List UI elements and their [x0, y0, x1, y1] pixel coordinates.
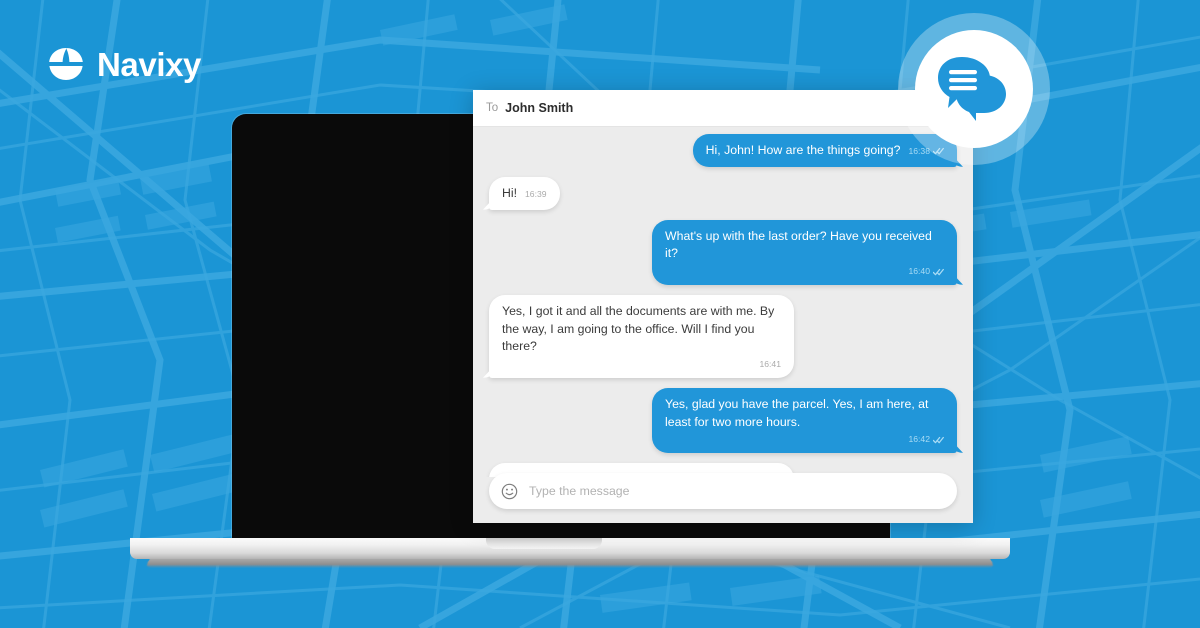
message-meta: 16:42 [665, 433, 944, 445]
laptop-base-shadow [142, 559, 998, 568]
message-text: Hi! [502, 185, 518, 200]
message-timestamp: 16:42 [908, 434, 930, 445]
message-row: Hi, John! How are the things going? 16:38 [489, 134, 957, 167]
message-bubble[interactable]: What's up with the last order? Have you … [652, 219, 957, 285]
message-meta: 16:41 [502, 358, 781, 370]
chat-badge-overlay [898, 13, 1050, 165]
message-text: Yes, I got it and all the documents are … [502, 303, 775, 354]
chat-bubbles-icon [938, 57, 1006, 121]
read-ticks-icon [933, 436, 944, 443]
laptop-notch [486, 538, 602, 549]
message-timestamp: 16:41 [759, 359, 781, 370]
promo-banner: Navixy CHAT MASS TEXTING [0, 0, 1200, 628]
brand-logo: Navixy [46, 44, 201, 84]
message-bubble[interactable]: Hi! 16:39 [489, 176, 560, 210]
read-ticks-icon [933, 268, 944, 275]
navixy-logo-mark-icon [49, 48, 83, 80]
message-bubble[interactable]: Yes, I got it and all the documents are … [489, 294, 794, 378]
brand-name: Navixy [97, 45, 202, 83]
message-row: Hi! 16:39 [489, 176, 957, 210]
message-timestamp: 16:39 [525, 188, 547, 199]
message-meta: 16:40 [665, 265, 944, 277]
message-text: Hi, John! How are the things going? [705, 143, 901, 157]
message-text: What's up with the last order? Have you … [665, 228, 932, 261]
message-input[interactable] [529, 484, 957, 498]
message-text: Yes, glad you have the parcel. Yes, I am… [665, 396, 929, 429]
message-thread: Hi, John! How are the things going? 16:38… [473, 127, 973, 477]
message-composer [489, 473, 957, 509]
smiley-icon[interactable] [501, 483, 518, 500]
message-row: Yes, glad you have the parcel. Yes, I am… [489, 387, 957, 453]
message-row: What's up with the last order? Have you … [489, 219, 957, 285]
message-meta: 16:39 [525, 188, 547, 200]
to-label: To [486, 102, 499, 114]
message-bubble[interactable]: Yes, glad you have the parcel. Yes, I am… [652, 387, 957, 453]
message-timestamp: 16:40 [908, 266, 930, 277]
recipient-name: John Smith [505, 101, 574, 115]
message-row: Yes, I got it and all the documents are … [489, 294, 957, 378]
